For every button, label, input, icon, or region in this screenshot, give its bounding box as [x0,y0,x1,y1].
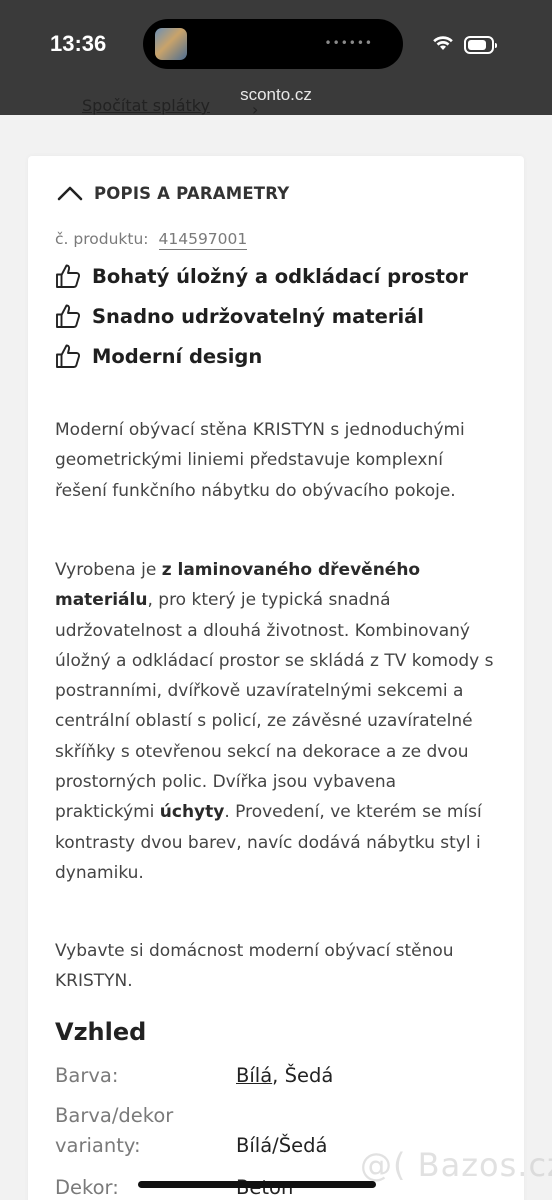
text-run: Vyrobena je [55,560,162,580]
spec-label: Barva/dekor [55,1104,174,1127]
battery-level [468,40,486,50]
installment-link[interactable]: Spočítat splátky [82,96,210,116]
feature-text: Moderní design [92,344,263,368]
spec-label: varianty: [55,1134,141,1157]
product-number-label: č. produktu: [55,230,149,248]
feature-item: Bohatý úložný a odkládací prostor [54,261,468,291]
feature-item: Snadno udržovatelný materiál [54,301,424,331]
description-paragraph: Vyrobena je z laminovaného dřevěného mat… [55,555,495,888]
feature-item: Moderní design [54,341,262,371]
battery-icon [464,36,497,54]
bazos-watermark: @( Bazos.cz [360,1146,552,1184]
specs-heading: Vzhled [55,1018,147,1046]
now-playing-thumbnail [155,28,187,60]
spec-label: Dekor: [55,1176,119,1199]
clock: 13:36 [50,31,107,56]
thumbs-up-icon [56,264,81,288]
home-indicator[interactable] [138,1181,376,1188]
description-paragraph: Vybavte si domácnost moderní obývací stě… [55,941,454,992]
spec-value: Bílá, Šedá [236,1061,333,1091]
spec-value: Bílá/Šedá [236,1134,328,1157]
wifi-icon [433,36,453,50]
chevron-right-icon: › [252,100,259,119]
spec-label: Barva: [55,1064,119,1087]
thumbs-up-icon [56,344,81,368]
bold-text: úchyty [159,802,225,823]
thumbs-up-icon [56,304,81,328]
section-header[interactable]: POPIS A PARAMETRY [56,181,289,205]
color-link-white[interactable]: Bílá [236,1064,272,1087]
feature-text: Snadno udržovatelný materiál [92,304,424,328]
section-title: POPIS A PARAMETRY [94,183,290,203]
product-number: 414597001 [158,230,248,250]
spec-value-rest: , Šedá [272,1064,334,1087]
product-number-row: č. produktu: 414597001 [55,230,248,250]
feature-text: Bohatý úložný a odkládací prostor [92,264,468,288]
dynamic-island[interactable]: •••••• [143,19,403,69]
island-dots: •••••• [324,36,373,50]
text-run: , pro který je typická snadná udržovatel… [55,590,494,823]
description-paragraph: Moderní obývací stěna KRISTYN s jednoduc… [55,420,465,501]
description-card: POPIS A PARAMETRY č. produktu: 414597001 … [28,156,524,1200]
chevron-up-icon [57,186,83,201]
